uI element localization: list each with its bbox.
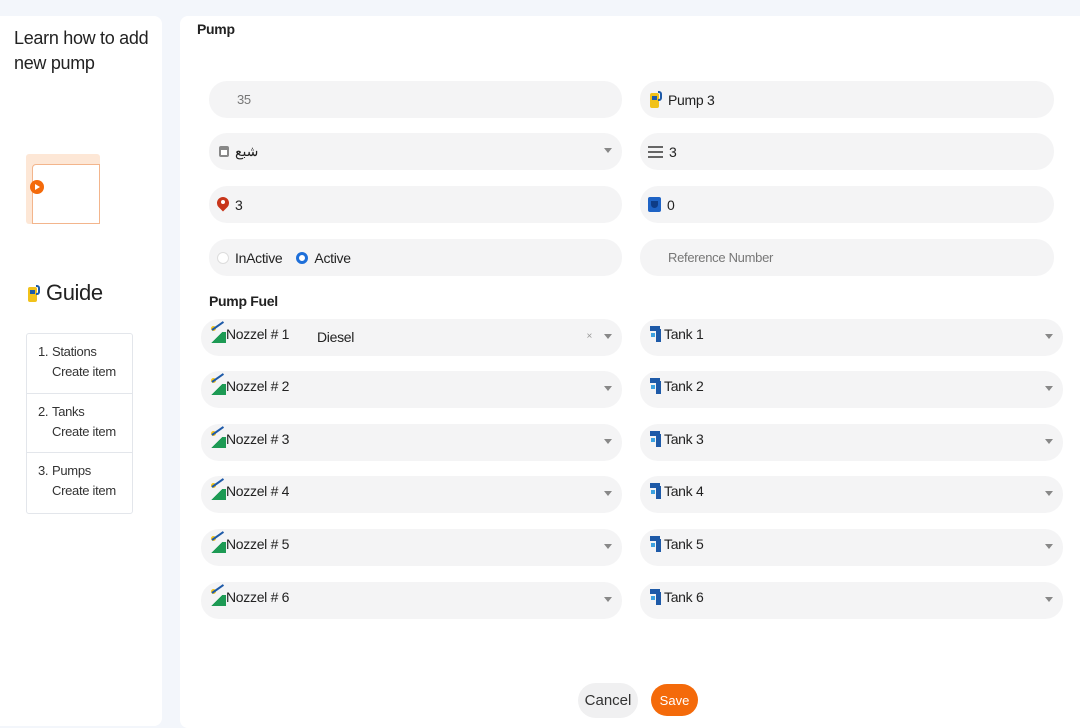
fuel-pump-icon bbox=[650, 91, 662, 108]
nozzle-select-5[interactable]: Nozzel # 5 bbox=[201, 529, 622, 566]
pump-name-value: Pump 3 bbox=[668, 91, 715, 108]
shield-icon bbox=[648, 197, 661, 212]
pump-number-value: 35 bbox=[237, 92, 251, 107]
tank-icon bbox=[650, 589, 664, 605]
nozzle-icon bbox=[210, 373, 226, 395]
play-icon[interactable] bbox=[30, 180, 44, 194]
nozzle-select-1[interactable]: Nozzel # 1 Diesel × bbox=[201, 319, 622, 356]
nozzle-label: Nozzel # 3 bbox=[226, 431, 290, 447]
location-field[interactable]: 3 bbox=[209, 186, 622, 223]
radio-active[interactable] bbox=[296, 251, 309, 264]
location-pin-icon bbox=[217, 197, 229, 213]
tank-icon bbox=[650, 536, 664, 552]
clear-icon[interactable]: × bbox=[586, 331, 592, 342]
tank-label: Tank 4 bbox=[664, 483, 704, 499]
chevron-down-icon bbox=[604, 386, 612, 391]
chevron-down-icon bbox=[1045, 439, 1053, 444]
tank-icon bbox=[650, 483, 664, 499]
tank-label: Tank 1 bbox=[664, 326, 704, 342]
station-select[interactable]: شبع bbox=[209, 133, 622, 170]
nozzle-fuel-value: Diesel bbox=[317, 329, 355, 345]
pump-number-field[interactable]: 35 bbox=[209, 81, 622, 118]
tank-select-1[interactable]: Tank 1 bbox=[640, 319, 1063, 356]
nozzle-select-3[interactable]: Nozzel # 3 bbox=[201, 424, 622, 461]
step-sub-label[interactable]: Create item bbox=[38, 483, 132, 498]
nozzle-label: Nozzel # 2 bbox=[226, 378, 290, 394]
chevron-down-icon bbox=[604, 439, 612, 444]
chevron-down-icon bbox=[1045, 597, 1053, 602]
guide-step-tanks[interactable]: 2. Tanks Create item bbox=[27, 394, 132, 453]
nozzle-label: Nozzel # 4 bbox=[226, 483, 290, 499]
chevron-down-icon bbox=[604, 597, 612, 602]
nozzle-select-2[interactable]: Nozzel # 2 bbox=[201, 371, 622, 408]
tank-label: Tank 3 bbox=[664, 431, 704, 447]
step-label: Stations bbox=[52, 344, 97, 359]
save-button[interactable]: Save bbox=[651, 684, 698, 716]
chevron-down-icon bbox=[604, 491, 612, 496]
location-value: 3 bbox=[235, 196, 243, 213]
guide-step-pumps[interactable]: 3. Pumps Create item bbox=[27, 453, 132, 513]
nozzle-label: Nozzel # 1 bbox=[226, 326, 290, 342]
order-field[interactable]: 3 bbox=[640, 133, 1054, 170]
tank-label: Tank 5 bbox=[664, 536, 704, 552]
guide-header: Guide bbox=[28, 280, 103, 306]
pump-name-field[interactable]: Pump 3 bbox=[640, 81, 1054, 118]
radio-inactive-label[interactable]: InActive bbox=[235, 250, 283, 266]
shield-field[interactable]: 0 bbox=[640, 186, 1054, 223]
chevron-down-icon bbox=[1045, 491, 1053, 496]
step-sub-label[interactable]: Create item bbox=[38, 364, 132, 379]
reference-number-placeholder: Reference Number bbox=[668, 250, 774, 265]
tank-icon bbox=[650, 431, 664, 447]
order-value: 3 bbox=[669, 143, 677, 160]
cancel-button[interactable]: Cancel bbox=[578, 683, 638, 718]
tank-label: Tank 6 bbox=[664, 589, 704, 605]
chevron-down-icon bbox=[1045, 544, 1053, 549]
chevron-down-icon bbox=[1045, 386, 1053, 391]
reference-number-input[interactable]: Reference Number bbox=[640, 239, 1054, 276]
step-label: Tanks bbox=[52, 403, 85, 419]
store-icon bbox=[219, 146, 229, 157]
tank-label: Tank 2 bbox=[664, 378, 704, 394]
nozzle-label: Nozzel # 5 bbox=[226, 536, 290, 552]
fuel-pump-icon bbox=[28, 284, 40, 302]
radio-inactive[interactable] bbox=[217, 251, 229, 264]
chevron-down-icon bbox=[604, 334, 612, 339]
status-radio-group: InActive Active bbox=[209, 239, 622, 276]
guide-steps: 1. Stations Create item 2. Tanks Create it… bbox=[26, 333, 133, 514]
tank-icon bbox=[650, 378, 664, 394]
nozzle-select-6[interactable]: Nozzel # 6 bbox=[201, 582, 622, 619]
nozzle-label: Nozzel # 6 bbox=[226, 589, 290, 605]
tank-icon bbox=[650, 326, 664, 342]
tank-select-4[interactable]: Tank 4 bbox=[640, 476, 1063, 513]
nozzle-icon bbox=[210, 426, 226, 448]
nozzle-icon bbox=[210, 478, 226, 500]
step-label: Pumps bbox=[52, 463, 91, 478]
tank-select-5[interactable]: Tank 5 bbox=[640, 529, 1063, 566]
chevron-down-icon bbox=[604, 544, 612, 549]
list-icon bbox=[648, 145, 663, 158]
pump-section-title: Pump bbox=[197, 21, 235, 37]
tank-select-6[interactable]: Tank 6 bbox=[640, 582, 1063, 619]
radio-active-label[interactable]: Active bbox=[314, 250, 351, 266]
pump-fuel-title: Pump Fuel bbox=[209, 293, 278, 309]
nozzle-icon bbox=[210, 531, 226, 553]
guide-step-stations[interactable]: 1. Stations Create item bbox=[27, 334, 132, 394]
station-value: شبع bbox=[235, 143, 259, 159]
guide-title: Guide bbox=[46, 280, 103, 305]
chevron-down-icon bbox=[1045, 334, 1053, 339]
nozzle-select-4[interactable]: Nozzel # 4 bbox=[201, 476, 622, 513]
tank-select-2[interactable]: Tank 2 bbox=[640, 371, 1063, 408]
nozzle-icon bbox=[210, 584, 226, 606]
shield-value: 0 bbox=[667, 196, 675, 213]
chevron-down-icon bbox=[604, 148, 612, 153]
tank-select-3[interactable]: Tank 3 bbox=[640, 424, 1063, 461]
nozzle-icon bbox=[210, 321, 226, 343]
step-sub-label[interactable]: Create item bbox=[38, 424, 132, 439]
learn-title: Learn how to add new pump bbox=[14, 28, 149, 73]
